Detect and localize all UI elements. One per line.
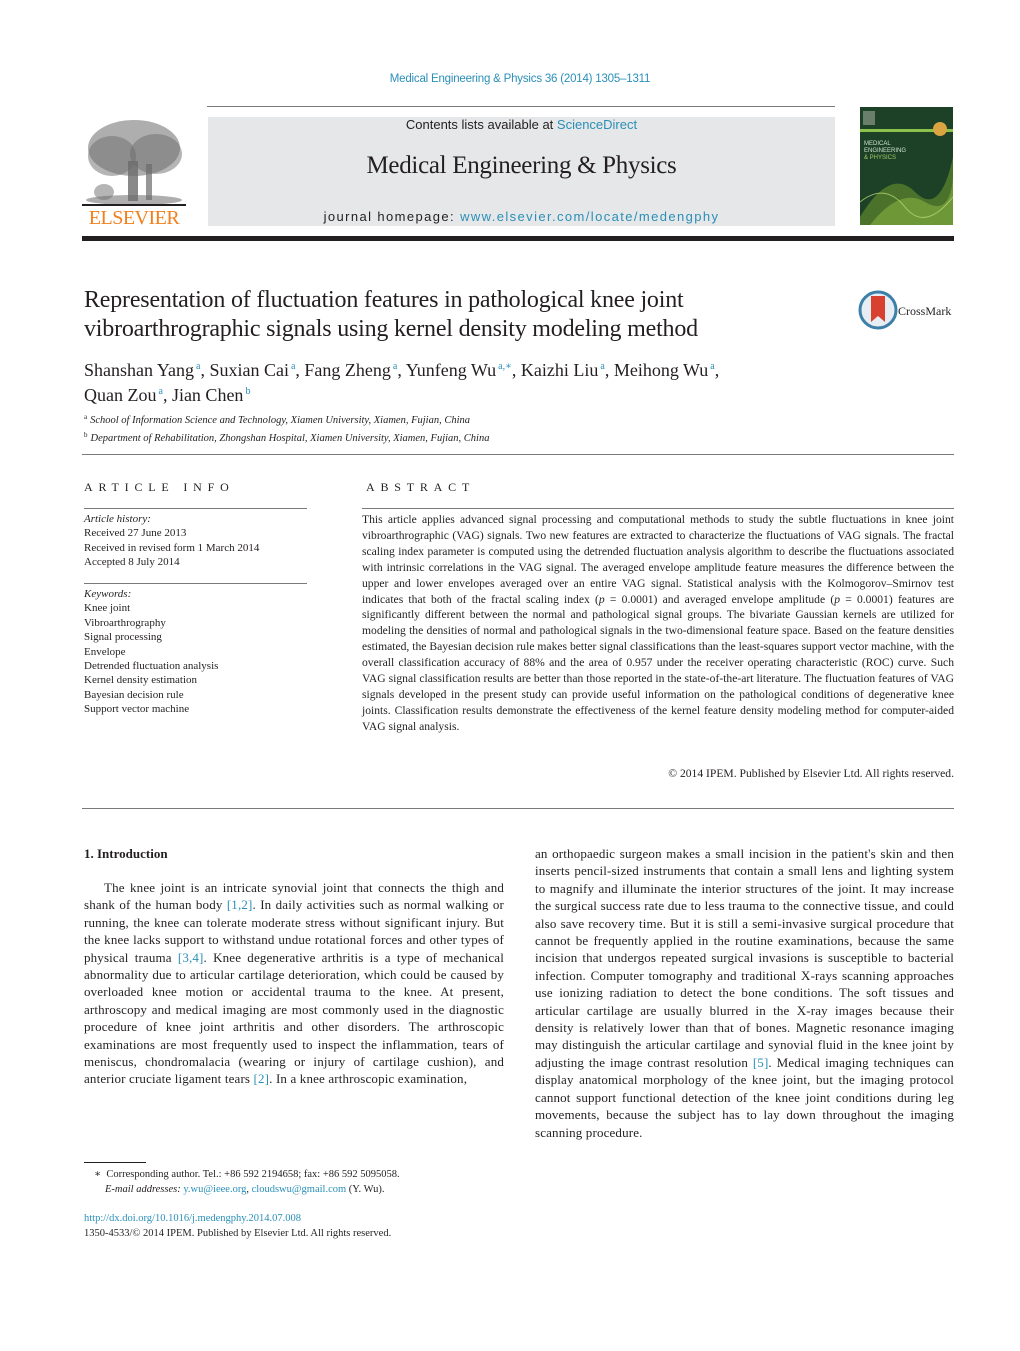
abstract-text: This article applies advanced signal pro… xyxy=(362,513,955,733)
affiliation-b: b Department of Rehabilitation, Zhongshan… xyxy=(84,431,490,444)
abstract-copyright: © 2014 IPEM. Published by Elsevier Ltd. … xyxy=(668,767,954,780)
author-affiliation-mark[interactable]: a xyxy=(158,386,162,397)
doi-link[interactable]: http://dx.doi.org/10.1016/j.medengphy.20… xyxy=(84,1211,391,1226)
author-affiliation-mark[interactable]: a xyxy=(291,361,295,372)
keyword-item: Envelope xyxy=(84,645,126,658)
svg-text:& PHYSICS: & PHYSICS xyxy=(864,155,896,161)
affiliations: a School of Information Science and Techn… xyxy=(84,410,489,446)
email-link-1[interactable]: y.wu@ieee.org xyxy=(183,1184,246,1195)
journal-name: Medical Engineering & Physics xyxy=(366,152,677,179)
section-divider xyxy=(82,454,954,455)
journal-cover-art: MEDICAL ENGINEERING & PHYSICS xyxy=(860,107,953,225)
body-text: . Knee degenerative arthritis is a type … xyxy=(84,949,504,1087)
author-name[interactable]: Fang Zheng xyxy=(304,360,390,380)
corresponding-line: ∗ Corresponding author. Tel.: +86 592 21… xyxy=(94,1169,400,1180)
abstract-rule xyxy=(362,508,954,509)
body-text: an orthopaedic surgeon makes a small inc… xyxy=(535,846,954,1070)
elsevier-wordmark[interactable]: ELSEVIER xyxy=(82,207,186,230)
author-name[interactable]: Meihong Wu xyxy=(614,360,708,380)
citation-link[interactable]: [3,4] xyxy=(178,950,204,965)
author-affiliation-mark[interactable]: a xyxy=(196,361,200,372)
article-title: Representation of fluctuation features i… xyxy=(84,287,698,342)
keyword-item: Kernel density estimation xyxy=(84,674,198,687)
article-info-heading: ARTICLE INFO xyxy=(84,480,235,494)
history-label: Article history: xyxy=(84,513,151,525)
author-affiliation-mark[interactable]: a,∗ xyxy=(498,361,512,372)
keywords-rule xyxy=(84,583,307,584)
affiliation-a: a School of Information Science and Techn… xyxy=(84,413,471,426)
doi-block: http://dx.doi.org/10.1016/j.medengphy.20… xyxy=(84,1211,391,1241)
keywords-list: Keywords: Knee joint Vibroarthrography S… xyxy=(84,587,218,717)
body-text: . In a knee arthroscopic examination, xyxy=(269,1071,468,1087)
citation-link[interactable]: [2] xyxy=(254,1071,270,1086)
homepage-prefix: journal homepage: xyxy=(323,209,461,224)
citation-link[interactable]: [1,2] xyxy=(227,897,253,912)
keyword-item: Vibroarthrography xyxy=(84,616,166,629)
article-info-rule xyxy=(84,508,307,509)
homepage-link[interactable]: www.elsevier.com/locate/medengphy xyxy=(460,209,719,224)
crossmark-label[interactable]: CrossMark xyxy=(898,304,951,319)
sciencedirect-link[interactable]: ScienceDirect xyxy=(557,117,637,132)
keywords-label: Keywords: xyxy=(84,588,132,600)
keyword-item: Support vector machine xyxy=(84,703,190,716)
author-affiliation-mark[interactable]: a xyxy=(600,361,604,372)
contents-prefix: Contents lists available at xyxy=(405,117,557,132)
keyword-item: Bayesian decision rule xyxy=(84,688,184,701)
author-name[interactable]: Jian Chen xyxy=(172,385,244,405)
email-link-2[interactable]: cloudswu@gmail.com xyxy=(252,1184,347,1195)
keyword-item: Signal processing xyxy=(84,631,162,644)
footnote-rule xyxy=(84,1162,146,1163)
author-name[interactable]: Quan Zou xyxy=(84,385,156,405)
history-accepted: Accepted 8 July 2014 xyxy=(84,556,180,569)
email-line: E-mail addresses: y.wu@ieee.org, cloudsw… xyxy=(105,1184,385,1195)
journal-homepage-line: journal homepage: www.elsevier.com/locat… xyxy=(208,209,835,224)
corresponding-author-footnote: ∗ Corresponding author. Tel.: +86 592 21… xyxy=(84,1167,400,1197)
introduction-right-column: an orthopaedic surgeon makes a small inc… xyxy=(535,845,954,1141)
introduction-left-column: The knee joint is an intricate synovial … xyxy=(84,879,504,1088)
history-received: Received 27 June 2013 xyxy=(84,527,187,540)
body-divider xyxy=(82,808,954,809)
contents-available-line: Contents lists available at ScienceDirec… xyxy=(208,117,835,132)
article-history: Article history: Received 27 June 2013 R… xyxy=(84,512,259,570)
journal-citation-link[interactable]: Medical Engineering & Physics 36 (2014) … xyxy=(0,73,1020,85)
author-name[interactable]: Yunfeng Wu xyxy=(406,360,496,380)
author-affiliation-mark[interactable]: a xyxy=(393,361,397,372)
history-revised: Received in revised form 1 March 2014 xyxy=(84,541,260,554)
author-name[interactable]: Suxian Cai xyxy=(209,360,289,380)
author-name[interactable]: Shanshan Yang xyxy=(84,360,194,380)
author-affiliation-mark[interactable]: b xyxy=(245,386,250,397)
keyword-item: Knee joint xyxy=(84,602,131,615)
journal-cover-image[interactable]: MEDICAL ENGINEERING & PHYSICS xyxy=(860,107,953,225)
introduction-heading: 1. Introduction xyxy=(84,846,168,861)
author-list: Shanshan Yang a, Suxian Cai a, Fang Zheng a… xyxy=(84,360,720,405)
header-thick-rule xyxy=(82,236,954,241)
citation-link[interactable]: [5] xyxy=(753,1055,769,1070)
svg-text:MEDICAL: MEDICAL xyxy=(864,141,891,147)
svg-text:ENGINEERING: ENGINEERING xyxy=(864,148,906,154)
crossmark-icon xyxy=(858,290,898,330)
author-affiliation-mark[interactable]: a xyxy=(710,361,714,372)
issn-copyright: 1350-4533/© 2014 IPEM. Published by Else… xyxy=(84,1228,392,1239)
header-top-rule xyxy=(207,106,835,107)
abstract-heading: ABSTRACT xyxy=(366,480,476,494)
keyword-item: Detrended fluctuation analysis xyxy=(84,660,219,673)
author-name[interactable]: Kaizhi Liu xyxy=(521,360,598,380)
